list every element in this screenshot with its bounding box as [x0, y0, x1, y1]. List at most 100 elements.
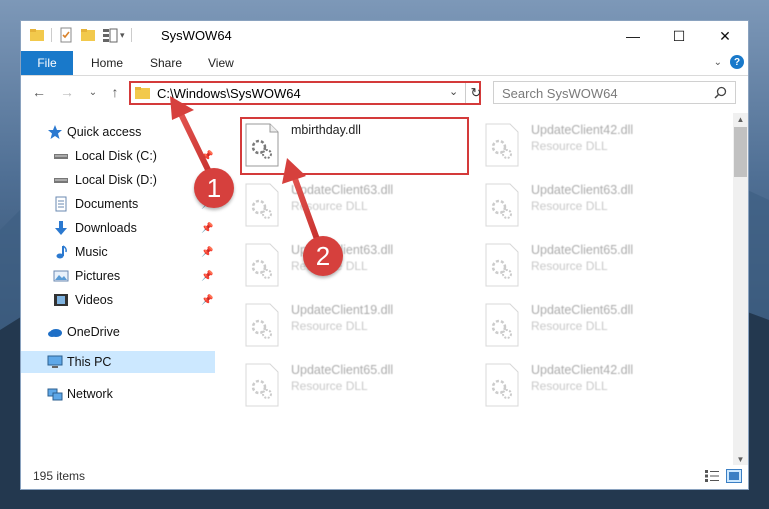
file-item[interactable]: UpdateClient42.dll Resource DLL	[484, 361, 709, 411]
file-item[interactable]: UpdateClient65.dll Resource DLL	[484, 301, 709, 351]
ribbon-controls: ⌄ ?	[714, 55, 744, 69]
file-name: UpdateClient65.dll	[291, 363, 394, 377]
computer-icon	[47, 355, 63, 368]
vertical-scrollbar[interactable]: ▲ ▼	[733, 113, 748, 465]
quick-access-toolbar: ▾	[29, 27, 138, 43]
refresh-button[interactable]: ↻	[465, 83, 483, 103]
file-item[interactable]: UpdateClient42.dll Resource DLL	[484, 121, 709, 171]
close-button[interactable]: ✕	[702, 21, 748, 51]
folder-icon	[135, 87, 150, 99]
sidebar-item-music[interactable]: Music 📌	[21, 241, 215, 263]
forward-button[interactable]: →	[57, 82, 77, 102]
properties-icon[interactable]	[58, 27, 74, 43]
file-item[interactable]: UpdateClient63.dll Resource DLL	[244, 241, 469, 291]
sidebar-item-documents[interactable]: Documents 📌	[21, 193, 215, 215]
dll-file-icon	[245, 183, 279, 227]
tab-home[interactable]: Home	[91, 51, 123, 75]
up-button[interactable]: ↑	[105, 82, 125, 102]
view-options-icon[interactable]	[102, 27, 118, 43]
status-bar: 195 items	[21, 465, 748, 489]
pin-icon: 📌	[201, 294, 214, 306]
sidebar-item-downloads[interactable]: Downloads 📌	[21, 217, 215, 239]
scroll-up-icon[interactable]: ▲	[733, 113, 748, 125]
network-icon	[47, 388, 63, 401]
help-icon[interactable]: ?	[730, 55, 744, 69]
file-type: Resource DLL	[531, 259, 608, 273]
pin-icon: 📌	[201, 222, 214, 234]
download-icon	[55, 221, 67, 235]
file-item[interactable]: UpdateClient65.dll Resource DLL	[244, 361, 469, 411]
search-icon	[714, 86, 727, 99]
file-name: UpdateClient65.dll	[531, 303, 634, 317]
cloud-icon	[48, 329, 62, 337]
navigation-bar: ← → ⌄ ↑ C:\Windows\SysWOW64 ⌄ ↻ Search S…	[21, 76, 748, 110]
callout-badge-2: 2	[303, 236, 343, 276]
drive-icon	[54, 154, 68, 159]
pin-icon: 📌	[201, 150, 214, 162]
star-icon	[48, 125, 62, 139]
documents-icon	[55, 196, 67, 212]
file-item[interactable]: UpdateClient63.dll Resource DLL	[484, 181, 709, 231]
address-dropdown-icon[interactable]: ⌄	[449, 85, 458, 98]
recent-locations-button[interactable]: ⌄	[83, 82, 103, 102]
file-name: UpdateClient65.dll	[531, 243, 634, 257]
sidebar-item-network[interactable]: Network	[21, 383, 215, 405]
folder-icon[interactable]	[29, 27, 45, 43]
tab-share[interactable]: Share	[150, 51, 182, 75]
file-type: Resource DLL	[291, 379, 368, 393]
address-path: C:\Windows\SysWOW64	[157, 86, 301, 101]
dll-file-icon	[485, 183, 519, 227]
customize-toolbar-icon[interactable]: ▾	[120, 30, 125, 41]
file-highlight-box	[240, 117, 469, 175]
sidebar-item-quick-access[interactable]: Quick access	[21, 121, 215, 143]
back-button[interactable]: ←	[29, 82, 49, 102]
minimize-button[interactable]: —	[610, 21, 656, 51]
file-item[interactable]: UpdateClient63.dll Resource DLL	[244, 181, 469, 231]
dll-file-icon	[245, 363, 279, 407]
sidebar-item-local-disk-c[interactable]: Local Disk (C:) 📌	[21, 145, 215, 167]
pin-icon: 📌	[201, 246, 214, 258]
file-name: UpdateClient63.dll	[291, 183, 394, 197]
file-type: Resource DLL	[531, 199, 608, 213]
file-explorer-window: ▾ SysWOW64 — ☐ ✕ File Home Share View ⌄ …	[20, 20, 749, 490]
address-bar[interactable]: C:\Windows\SysWOW64 ⌄ ↻	[129, 81, 481, 105]
sidebar-item-local-disk-d[interactable]: Local Disk (D:)	[21, 169, 215, 191]
pictures-icon	[53, 270, 69, 282]
large-icons-view-icon[interactable]	[726, 469, 742, 483]
file-name: UpdateClient63.dll	[531, 183, 634, 197]
dll-file-icon	[485, 363, 519, 407]
sidebar-item-pictures[interactable]: Pictures 📌	[21, 265, 215, 287]
scroll-down-icon[interactable]: ▼	[733, 453, 748, 465]
file-list: mbirthday.dll UpdateClient63.dll Resourc…	[226, 113, 734, 465]
drive-icon	[54, 178, 68, 183]
maximize-button[interactable]: ☐	[656, 21, 702, 51]
search-input[interactable]: Search SysWOW64	[493, 81, 736, 104]
new-folder-icon[interactable]	[80, 27, 96, 43]
callout-badge-1: 1	[194, 168, 234, 208]
sidebar-item-this-pc[interactable]: This PC	[21, 351, 215, 373]
file-name: UpdateClient42.dll	[531, 363, 634, 377]
dll-file-icon	[485, 123, 519, 167]
scrollbar-thumb[interactable]	[734, 127, 747, 177]
dll-file-icon	[245, 243, 279, 287]
file-type: Resource DLL	[531, 139, 608, 153]
file-item[interactable]: UpdateClient19.dll Resource DLL	[244, 301, 469, 351]
search-placeholder: Search SysWOW64	[502, 86, 618, 101]
sidebar-item-videos[interactable]: Videos 📌	[21, 289, 215, 311]
file-name: UpdateClient19.dll	[291, 303, 394, 317]
title-bar: ▾ SysWOW64 — ☐ ✕	[21, 21, 748, 51]
ribbon-tabs: File Home Share View ⌄ ?	[21, 51, 748, 76]
file-type: Resource DLL	[291, 319, 368, 333]
file-item[interactable]: UpdateClient65.dll Resource DLL	[484, 241, 709, 291]
item-count: 195 items	[33, 469, 86, 483]
expand-ribbon-icon[interactable]: ⌄	[714, 57, 722, 68]
file-type: Resource DLL	[531, 379, 608, 393]
pin-icon: 📌	[201, 270, 214, 282]
dll-file-icon	[485, 243, 519, 287]
file-name: UpdateClient42.dll	[531, 123, 634, 137]
tab-file[interactable]: File	[21, 51, 73, 75]
tab-view[interactable]: View	[208, 51, 234, 75]
details-view-icon[interactable]	[704, 469, 720, 483]
navigation-pane: Quick access Local Disk (C:) 📌 Local Dis…	[21, 113, 215, 465]
sidebar-item-onedrive[interactable]: OneDrive	[21, 321, 215, 343]
